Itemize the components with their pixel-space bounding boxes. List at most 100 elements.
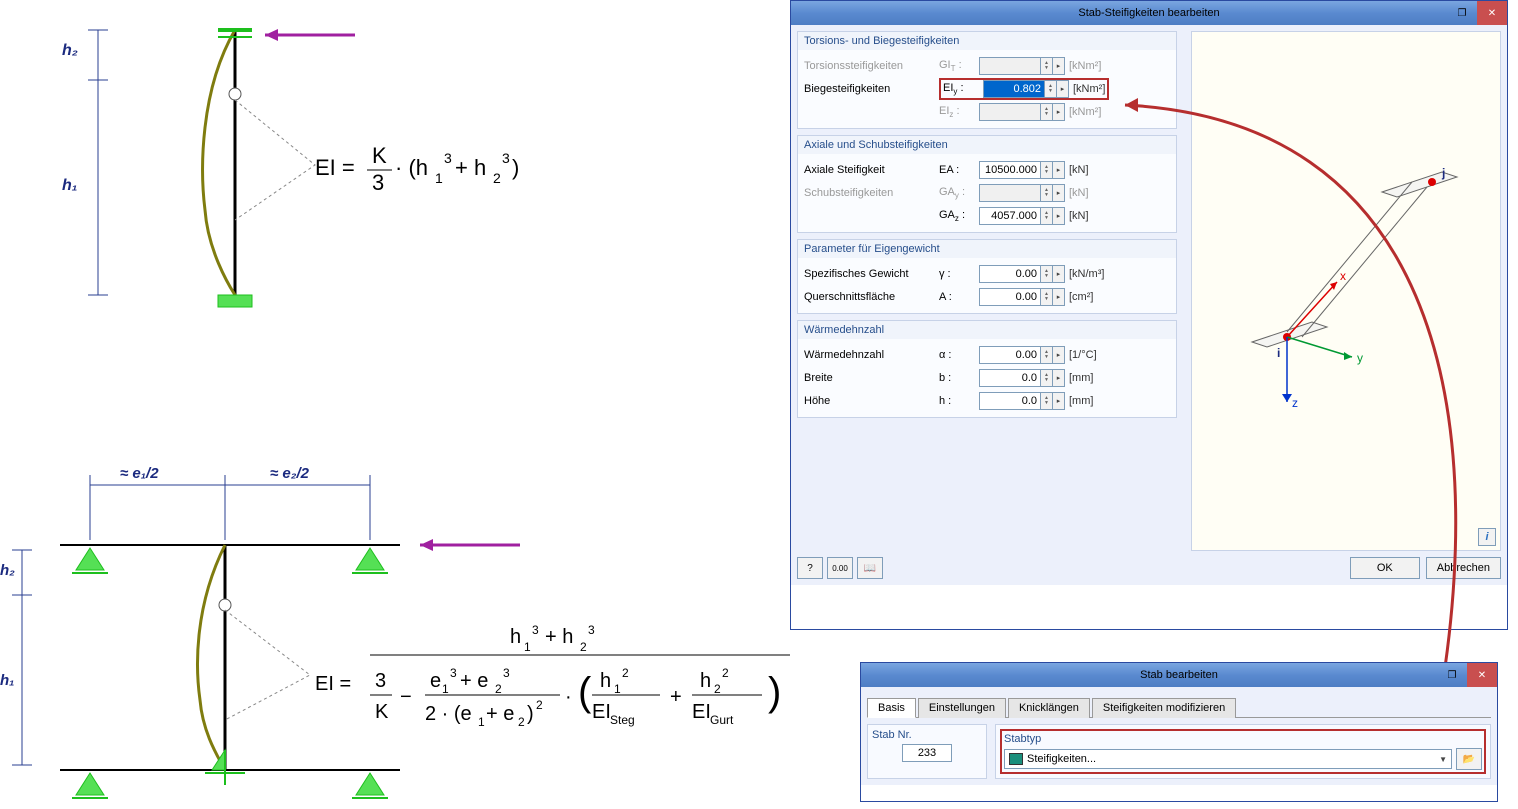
svg-text:2: 2: [493, 170, 501, 186]
svg-text:Steg: Steg: [610, 713, 635, 727]
svg-text:3: 3: [444, 150, 452, 166]
svg-text:h₁: h₁: [0, 672, 14, 689]
svg-text:EI =: EI =: [315, 673, 351, 695]
stabtyp-value: Steifigkeiten...: [1027, 753, 1096, 765]
stabnr-value[interactable]: 233: [902, 744, 952, 762]
svg-text:): ): [512, 155, 519, 180]
restore-button-2[interactable]: ❐: [1437, 663, 1467, 687]
restore-button[interactable]: ❐: [1447, 1, 1477, 25]
dialog2-titlebar[interactable]: Stab bearbeiten ❐ ✕: [861, 663, 1497, 687]
svg-text:h: h: [600, 670, 611, 692]
svg-text:· (h: · (h: [395, 155, 428, 180]
svg-text:·: ·: [565, 686, 572, 708]
svg-text:3: 3: [503, 666, 510, 680]
svg-text:EI: EI: [592, 701, 611, 723]
svg-text:+ e: + e: [460, 670, 488, 692]
svg-text:+ h: + h: [545, 626, 573, 648]
ok-button[interactable]: OK: [1350, 557, 1420, 579]
stabtyp-highlight: Stabtyp Steifigkeiten... ▼ 📂: [1000, 729, 1486, 774]
GAy-input[interactable]: [979, 184, 1041, 202]
svg-text:2: 2: [536, 698, 543, 712]
biege-label: Biegesteifigkeiten: [804, 83, 939, 95]
svg-text:(: (: [578, 670, 592, 714]
chevron-down-icon: ▼: [1439, 755, 1447, 764]
A-input[interactable]: [979, 288, 1041, 306]
svg-text:2: 2: [714, 682, 721, 696]
torsion-label: Torsionssteifigkeiten: [804, 60, 939, 72]
eigengewicht-group: Parameter für Eigengewicht Spezifisches …: [797, 239, 1177, 314]
svg-text:1: 1: [524, 640, 531, 654]
svg-text:3: 3: [502, 150, 510, 166]
svg-text:1: 1: [442, 682, 449, 696]
GAz-input[interactable]: [979, 207, 1041, 225]
axial-schub-group: Axiale und Schubsteifigkeiten Axiale Ste…: [797, 135, 1177, 233]
stabtyp-select[interactable]: Steifigkeiten... ▼: [1004, 749, 1452, 769]
tabs: Basis Einstellungen Knicklängen Steifigk…: [867, 697, 1491, 718]
svg-text:): ): [527, 703, 534, 725]
stabtyp-label: Stabtyp: [1004, 733, 1482, 745]
svg-text:2: 2: [495, 682, 502, 696]
EA-input[interactable]: [979, 161, 1041, 179]
EIy-input[interactable]: [983, 80, 1045, 98]
GIT-input[interactable]: [979, 57, 1041, 75]
b-input[interactable]: [979, 369, 1041, 387]
svg-text:1: 1: [435, 170, 443, 186]
svg-text:x: x: [1340, 269, 1346, 283]
dialog1-titlebar[interactable]: Stab-Steifigkeiten bearbeiten ❐ ✕: [791, 1, 1507, 25]
dialog1-title: Stab-Steifigkeiten bearbeiten: [1078, 7, 1219, 19]
tab-knicklaengen[interactable]: Knicklängen: [1008, 698, 1090, 718]
svg-text:K: K: [372, 143, 387, 168]
waermedehnzahl-group: Wärmedehnzahl Wärmedehnzahl α : ▸ [1/°C]…: [797, 320, 1177, 418]
stabnr-label: Stab Nr.: [872, 729, 982, 741]
svg-text:2: 2: [580, 640, 587, 654]
svg-text:e: e: [430, 670, 441, 692]
svg-text:): ): [768, 670, 781, 714]
stabtyp-swatch: [1009, 753, 1023, 765]
svg-text:3: 3: [372, 170, 384, 195]
svg-text:2: 2: [622, 666, 629, 680]
svg-text:1: 1: [614, 682, 621, 696]
svg-text:+ h: + h: [455, 155, 486, 180]
section-preview: i j x y z i: [1191, 31, 1501, 551]
svg-text:−: −: [400, 686, 412, 708]
EIy-highlight: EIy : ▸ [kNm²]: [939, 78, 1109, 100]
diagram-panel: h₂ h₁ EI = K 3 · (h 1 3 + h 2 3 ): [0, 0, 830, 806]
tab-einstellungen[interactable]: Einstellungen: [918, 698, 1006, 718]
svg-text:1: 1: [478, 715, 485, 729]
svg-text:3: 3: [532, 623, 539, 637]
close-button[interactable]: ✕: [1477, 1, 1507, 25]
help-button[interactable]: ?: [797, 557, 823, 579]
tab-basis[interactable]: Basis: [867, 698, 916, 718]
svg-text:≈ e₂/2: ≈ e₂/2: [270, 465, 310, 482]
library-button[interactable]: 📖: [857, 557, 883, 579]
close-button-2[interactable]: ✕: [1467, 663, 1497, 687]
svg-text:Gurt: Gurt: [710, 713, 734, 727]
arrow-button[interactable]: ▸: [1053, 57, 1065, 75]
svg-text:≈ e₁/2: ≈ e₁/2: [120, 465, 159, 482]
torsion-biege-group: Torsions- und Biegesteifigkeiten Torsion…: [797, 31, 1177, 129]
spinner[interactable]: [1041, 57, 1053, 75]
svg-text:2: 2: [518, 715, 525, 729]
svg-text:2 · (e: 2 · (e: [425, 703, 472, 725]
svg-text:EI: EI: [692, 701, 711, 723]
alpha-input[interactable]: [979, 346, 1041, 364]
dialog2-title: Stab bearbeiten: [1140, 669, 1218, 681]
units-button[interactable]: 0.00: [827, 557, 853, 579]
stab-bearbeiten-dialog: Stab bearbeiten ❐ ✕ Basis Einstellungen …: [860, 662, 1498, 802]
info-button[interactable]: i: [1478, 528, 1496, 546]
stab-steifigkeiten-dialog: Stab-Steifigkeiten bearbeiten ❐ ✕ Torsio…: [790, 0, 1508, 630]
gamma-input[interactable]: [979, 265, 1041, 283]
svg-text:3: 3: [375, 670, 386, 692]
h-input[interactable]: [979, 392, 1041, 410]
cancel-button[interactable]: Abbrechen: [1426, 557, 1501, 579]
stabtyp-edit-button[interactable]: 📂: [1456, 748, 1482, 770]
svg-text:3: 3: [450, 666, 457, 680]
h1-label: h₁: [62, 177, 77, 194]
svg-text:+ e: + e: [486, 703, 514, 725]
svg-text:h: h: [700, 670, 711, 692]
tab-steifigkeiten[interactable]: Steifigkeiten modifizieren: [1092, 698, 1236, 718]
svg-text:j: j: [1441, 166, 1445, 180]
svg-text:+: +: [670, 686, 682, 708]
EIz-input[interactable]: [979, 103, 1041, 121]
svg-text:3: 3: [588, 623, 595, 637]
